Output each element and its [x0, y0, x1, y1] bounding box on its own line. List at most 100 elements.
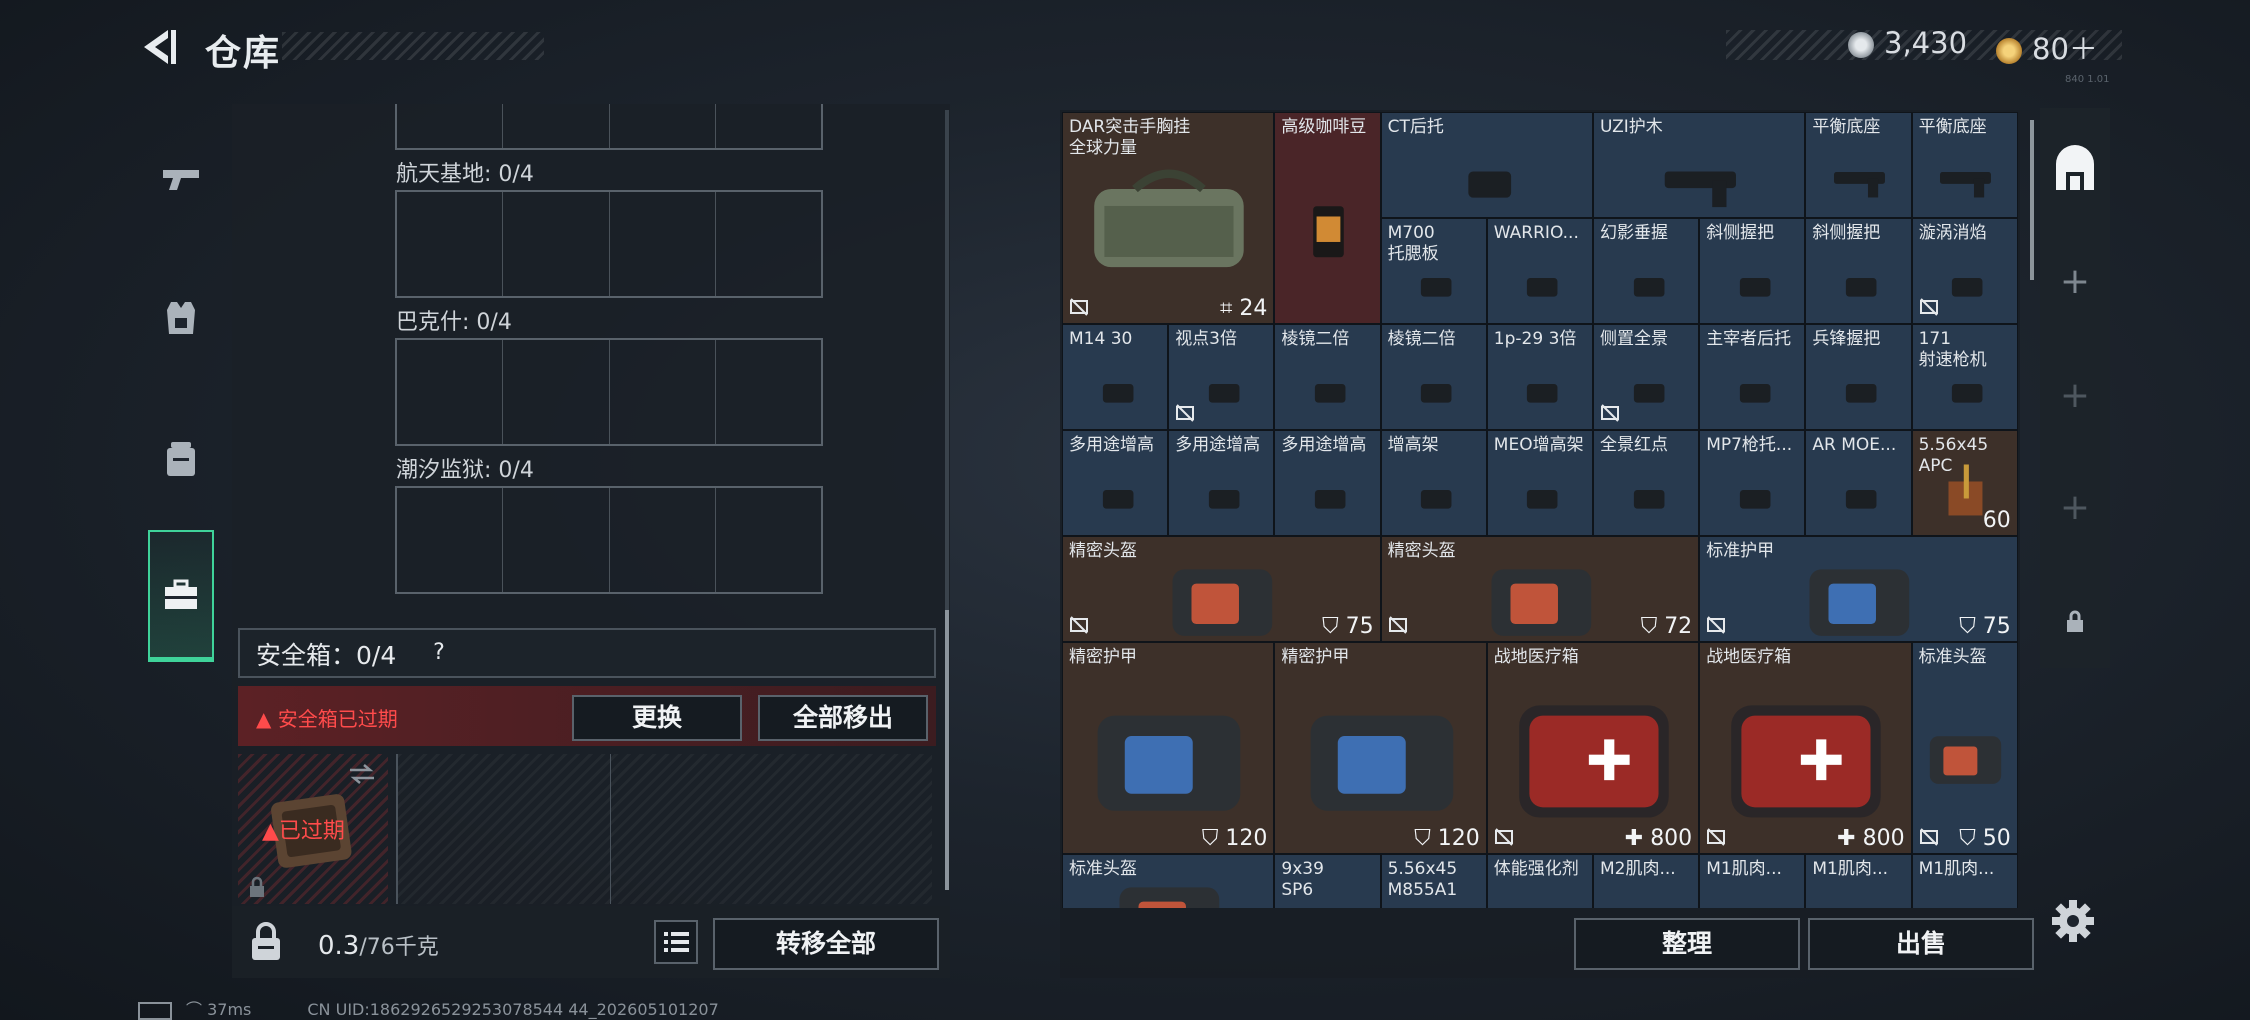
inventory-item[interactable]: 战地医疗箱 ✚ 800	[1486, 642, 1700, 854]
inventory-item[interactable]: UZI护木	[1593, 112, 1806, 218]
inventory-item[interactable]: MEO增高架	[1486, 430, 1593, 536]
inventory-item[interactable]: 漩涡消焰	[1911, 218, 2018, 324]
silver-currency: 3,430	[1848, 26, 1967, 60]
region-grid[interactable]	[395, 190, 823, 298]
inventory-item[interactable]: 多用途增高	[1168, 430, 1275, 536]
inventory-item[interactable]: 高级咖啡豆	[1274, 112, 1381, 324]
side-tab-storage[interactable]	[2040, 114, 2110, 224]
inventory-item[interactable]: 视点3倍	[1168, 324, 1275, 430]
inventory-item[interactable]: DAR突击手胸挂 全球力量 ⌗ 24	[1062, 112, 1275, 324]
inventory-item[interactable]: 侧置全景	[1593, 324, 1700, 430]
inventory-item[interactable]: 主宰者后托	[1699, 324, 1806, 430]
back-arrow-icon[interactable]	[138, 26, 178, 68]
inventory-item[interactable]: 兵锋握把	[1805, 324, 1912, 430]
inventory-item[interactable]: M700 托腮板	[1380, 218, 1487, 324]
inventory-item[interactable]: WARRIO...	[1486, 218, 1593, 324]
inventory-item[interactable]: 体能强化剂	[1486, 854, 1593, 908]
inventory-item[interactable]: MP7枪托...	[1699, 430, 1806, 536]
inventory-item[interactable]: 平衡底座	[1805, 112, 1912, 218]
region-grid[interactable]	[395, 486, 823, 594]
inventory-item[interactable]: M1肌肉...	[1805, 854, 1912, 908]
item-value-text: 120	[1225, 826, 1268, 851]
inventory-item[interactable]: AR MOE...	[1805, 430, 1912, 536]
side-tab-add[interactable]: +	[2040, 452, 2110, 562]
sell-button[interactable]: 出售	[1808, 918, 2034, 970]
storage-icon	[2056, 145, 2094, 190]
item-name: WARRIO...	[1493, 223, 1579, 243]
inventory-item[interactable]: M1肌肉...	[1699, 854, 1806, 908]
nav-tab-backpack[interactable]	[138, 388, 224, 528]
inventory-item[interactable]: 战地医疗箱 ✚ 800	[1699, 642, 1912, 854]
left-scrollbar-thumb[interactable]	[945, 610, 949, 890]
nav-tab-weapons[interactable]	[138, 108, 224, 248]
item-image	[1519, 705, 1669, 818]
side-tab-add[interactable]: +	[2040, 340, 2110, 450]
gear-icon[interactable]	[2050, 898, 2096, 944]
item-image	[1468, 171, 1512, 198]
item-image	[1739, 383, 1771, 403]
inventory-item[interactable]: 幻影垂握	[1593, 218, 1700, 324]
item-value: ⛉ 120	[1202, 826, 1268, 851]
inventory-item[interactable]: M14 30	[1062, 324, 1169, 430]
item-name: 战地医疗箱	[1706, 647, 1792, 667]
uid-text: CN UID:1862926529253078544 44_2026051012…	[307, 1000, 719, 1019]
inventory-item[interactable]: 棱镜二倍	[1274, 324, 1381, 430]
item-image	[1833, 171, 1885, 198]
no-trade-icon	[1707, 828, 1726, 846]
remove-all-button[interactable]: 全部移出	[758, 695, 928, 741]
inventory-item[interactable]: 5.56x45 M855A1	[1380, 854, 1487, 908]
inventory-item[interactable]: 平衡底座	[1911, 112, 2018, 218]
silver-coin-icon	[1848, 32, 1874, 58]
inventory-item[interactable]: 全景红点	[1593, 430, 1700, 536]
lock-icon[interactable]	[244, 920, 288, 964]
item-name: 5.56x45 APC	[1918, 435, 1989, 476]
inventory-item[interactable]: 精密护甲 ⛉ 120	[1274, 642, 1487, 854]
side-tab-add[interactable]: +	[2040, 226, 2110, 336]
item-name: 5.56x45 M855A1	[1387, 859, 1458, 900]
item-image	[1923, 880, 2008, 908]
sort-button[interactable]: 整理	[1574, 918, 1800, 970]
inventory-item[interactable]: 斜侧握把	[1699, 218, 1806, 324]
item-name: 标准头盔	[1918, 647, 1987, 667]
inventory-item[interactable]: 精密头盔 ⛉ 75	[1062, 536, 1381, 642]
inventory-scrollbar-thumb[interactable]	[2030, 120, 2034, 280]
help-button[interactable]: ?	[424, 638, 454, 668]
inventory-item[interactable]: 精密护甲 ⛉ 120	[1062, 642, 1275, 854]
item-value: ⛉ 50	[1959, 826, 2011, 851]
item-image	[1498, 880, 1583, 908]
replace-button[interactable]: 更换	[572, 695, 742, 741]
inventory-item[interactable]: 多用途增高	[1274, 430, 1381, 536]
side-tab-locked[interactable]	[2040, 566, 2110, 676]
transfer-all-button[interactable]: 转移全部	[713, 918, 939, 970]
nav-tab-case[interactable]	[148, 530, 214, 662]
no-trade-icon	[1919, 828, 1938, 846]
inventory-item[interactable]: 棱镜二倍	[1380, 324, 1487, 430]
inventory-item[interactable]: 多用途增高	[1062, 430, 1169, 536]
heal-icon: ✚	[1624, 826, 1651, 851]
item-name: 斜侧握把	[1812, 223, 1881, 243]
inventory-item[interactable]: 5.56x45 APC 60	[1911, 430, 2018, 536]
item-name: M14 30	[1069, 329, 1133, 349]
inventory-item[interactable]: 标准护甲 ⛉ 75	[1699, 536, 2018, 642]
inventory-item[interactable]: 精密头盔 ⛉ 72	[1380, 536, 1700, 642]
inventory-item[interactable]: 1p-29 3倍	[1486, 324, 1593, 430]
inventory-item[interactable]: 斜侧握把	[1805, 218, 1912, 324]
nav-tab-armor[interactable]	[138, 248, 224, 388]
inventory-item[interactable]: 9x39 SP6	[1274, 854, 1381, 908]
safebox-empty-slots[interactable]	[396, 754, 932, 904]
vest-icon	[167, 302, 195, 334]
inventory-item[interactable]: 标准头盔	[1062, 854, 1275, 908]
inventory-item[interactable]: M2肌肉...	[1593, 854, 1700, 908]
gold-currency[interactable]: 80＋	[1996, 26, 2098, 68]
region-grid-top[interactable]	[395, 104, 823, 150]
capacity-icon: ⌗	[1220, 296, 1240, 321]
inventory-item[interactable]: 171 射速枪机	[1911, 324, 2018, 430]
inventory-item[interactable]: CT后托	[1380, 112, 1593, 218]
region-grid[interactable]	[395, 338, 823, 446]
heal-icon: ✚	[1837, 826, 1863, 851]
inventory-item[interactable]: 增高架	[1380, 430, 1487, 536]
list-view-button[interactable]	[654, 920, 698, 964]
item-image	[1097, 715, 1241, 811]
inventory-item[interactable]: 标准头盔 ⛉ 50	[1911, 642, 2018, 854]
inventory-item[interactable]: M1肌肉...	[1911, 854, 2018, 908]
